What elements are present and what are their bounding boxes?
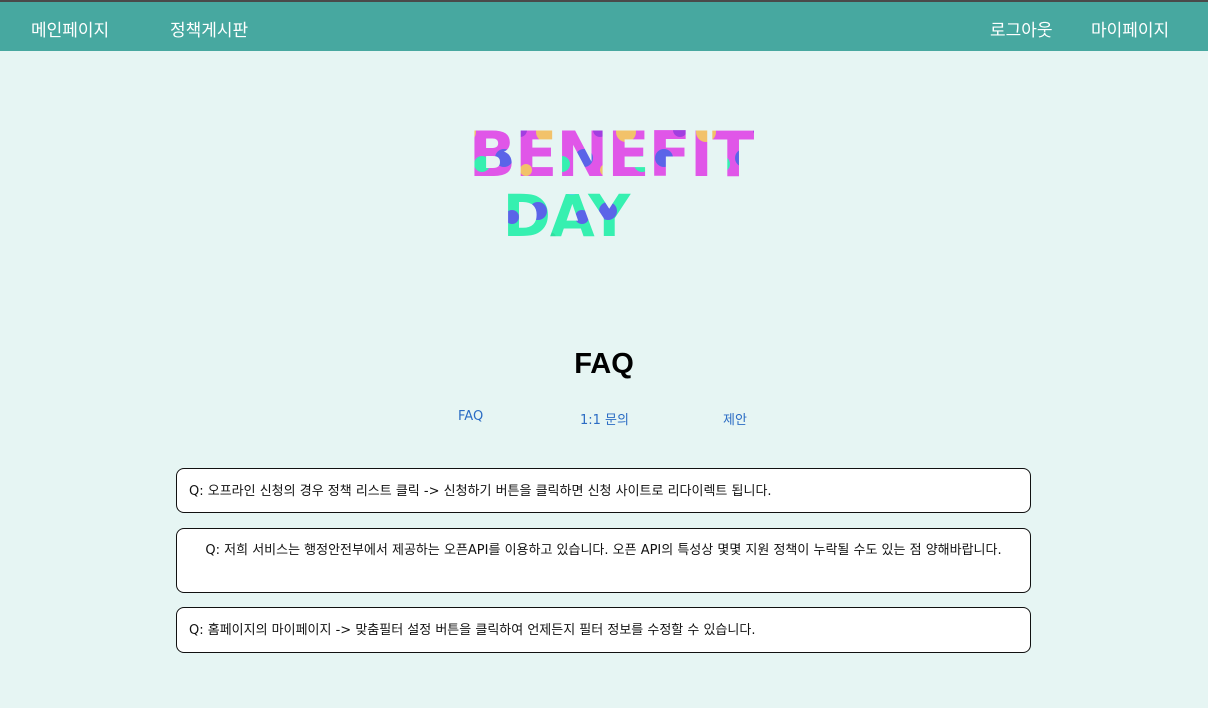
faq-item-text: Q: 오프라인 신청의 경우 정책 리스트 클릭 -> 신청하기 버튼을 클릭하…: [189, 484, 772, 499]
faq-item-text: Q: 저희 서비스는 행정안전부에서 제공하는 오픈API를 이용하고 있습니다…: [205, 543, 1002, 558]
faq-item[interactable]: Q: 홈페이지의 마이페이지 -> 맞춤필터 설정 버튼을 클릭하여 언제든지 …: [176, 607, 1031, 653]
tab-faq[interactable]: FAQ: [458, 409, 483, 424]
benefit-day-logo-art: BENEFIT DAY: [469, 118, 755, 250]
page-title: FAQ: [574, 348, 634, 380]
top-navigation-bar: 메인페이지 정책게시판 로그아웃 마이페이지: [0, 0, 1208, 51]
logo-text-benefit: BENEFIT: [469, 118, 754, 191]
faq-item[interactable]: Q: 오프라인 신청의 경우 정책 리스트 클릭 -> 신청하기 버튼을 클릭하…: [176, 468, 1031, 513]
faq-item-text: Q: 홈페이지의 마이페이지 -> 맞춤필터 설정 버튼을 클릭하여 언제든지 …: [189, 623, 756, 638]
nav-mypage-link[interactable]: 마이페이지: [1091, 16, 1169, 41]
nav-logout-link[interactable]: 로그아웃: [990, 16, 1053, 41]
tab-suggestion[interactable]: 제안: [723, 409, 747, 428]
nav-policy-board-link[interactable]: 정책게시판: [170, 16, 248, 41]
nav-home-link[interactable]: 메인페이지: [31, 16, 109, 41]
faq-item[interactable]: Q: 저희 서비스는 행정안전부에서 제공하는 오픈API를 이용하고 있습니다…: [176, 528, 1031, 593]
benefit-day-logo: BENEFIT DAY: [454, 118, 768, 250]
tab-inquiry[interactable]: 1:1 문의: [580, 409, 629, 428]
logo-text-day: DAY: [503, 182, 631, 242]
